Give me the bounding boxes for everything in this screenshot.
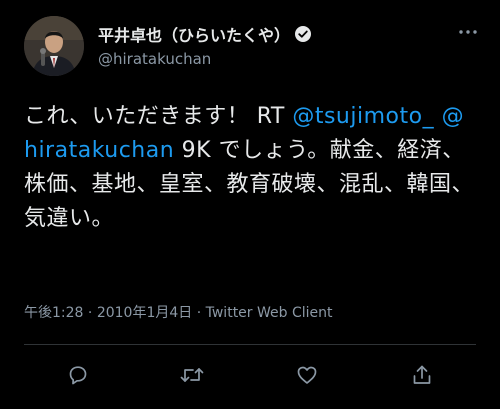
tweet-metadata: 午後1:28 · 2010年1月4日 · Twitter Web Client [24, 302, 333, 322]
tweet-text-part: これ、いただきます！ RT [24, 104, 293, 129]
user-handle[interactable]: @hiratakuchan [98, 50, 211, 68]
divider [24, 344, 476, 345]
avatar-image [24, 16, 84, 76]
tweet-card: 平井卓也（ひらいたくや） @hiratakuchan これ、いただきます！ RT… [0, 0, 500, 409]
more-horizontal-icon[interactable] [456, 24, 480, 40]
reply-icon[interactable] [63, 360, 93, 390]
name-row: 平井卓也（ひらいたくや） [98, 22, 312, 46]
tweet-client[interactable]: Twitter Web Client [206, 305, 333, 321]
mention-link[interactable]: @tsujimoto_ [292, 104, 434, 129]
heart-icon[interactable] [292, 360, 322, 390]
meta-separator: · [196, 305, 202, 321]
verified-badge-icon [294, 25, 312, 43]
action-bar [0, 360, 500, 394]
share-icon[interactable] [407, 360, 437, 390]
tweet-text: これ、いただきます！ RT @tsujimoto_ @hiratakuchan … [24, 100, 476, 236]
tweet-date[interactable]: 2010年1月4日 [97, 305, 192, 321]
meta-separator: · [87, 305, 93, 321]
display-name[interactable]: 平井卓也（ひらいたくや） [98, 22, 290, 46]
tweet-text-space [434, 104, 442, 129]
tweet-header: 平井卓也（ひらいたくや） @hiratakuchan [24, 16, 480, 80]
tweet-time[interactable]: 午後1:28 [24, 305, 83, 321]
avatar[interactable] [24, 16, 84, 76]
retweet-icon[interactable] [177, 360, 207, 390]
